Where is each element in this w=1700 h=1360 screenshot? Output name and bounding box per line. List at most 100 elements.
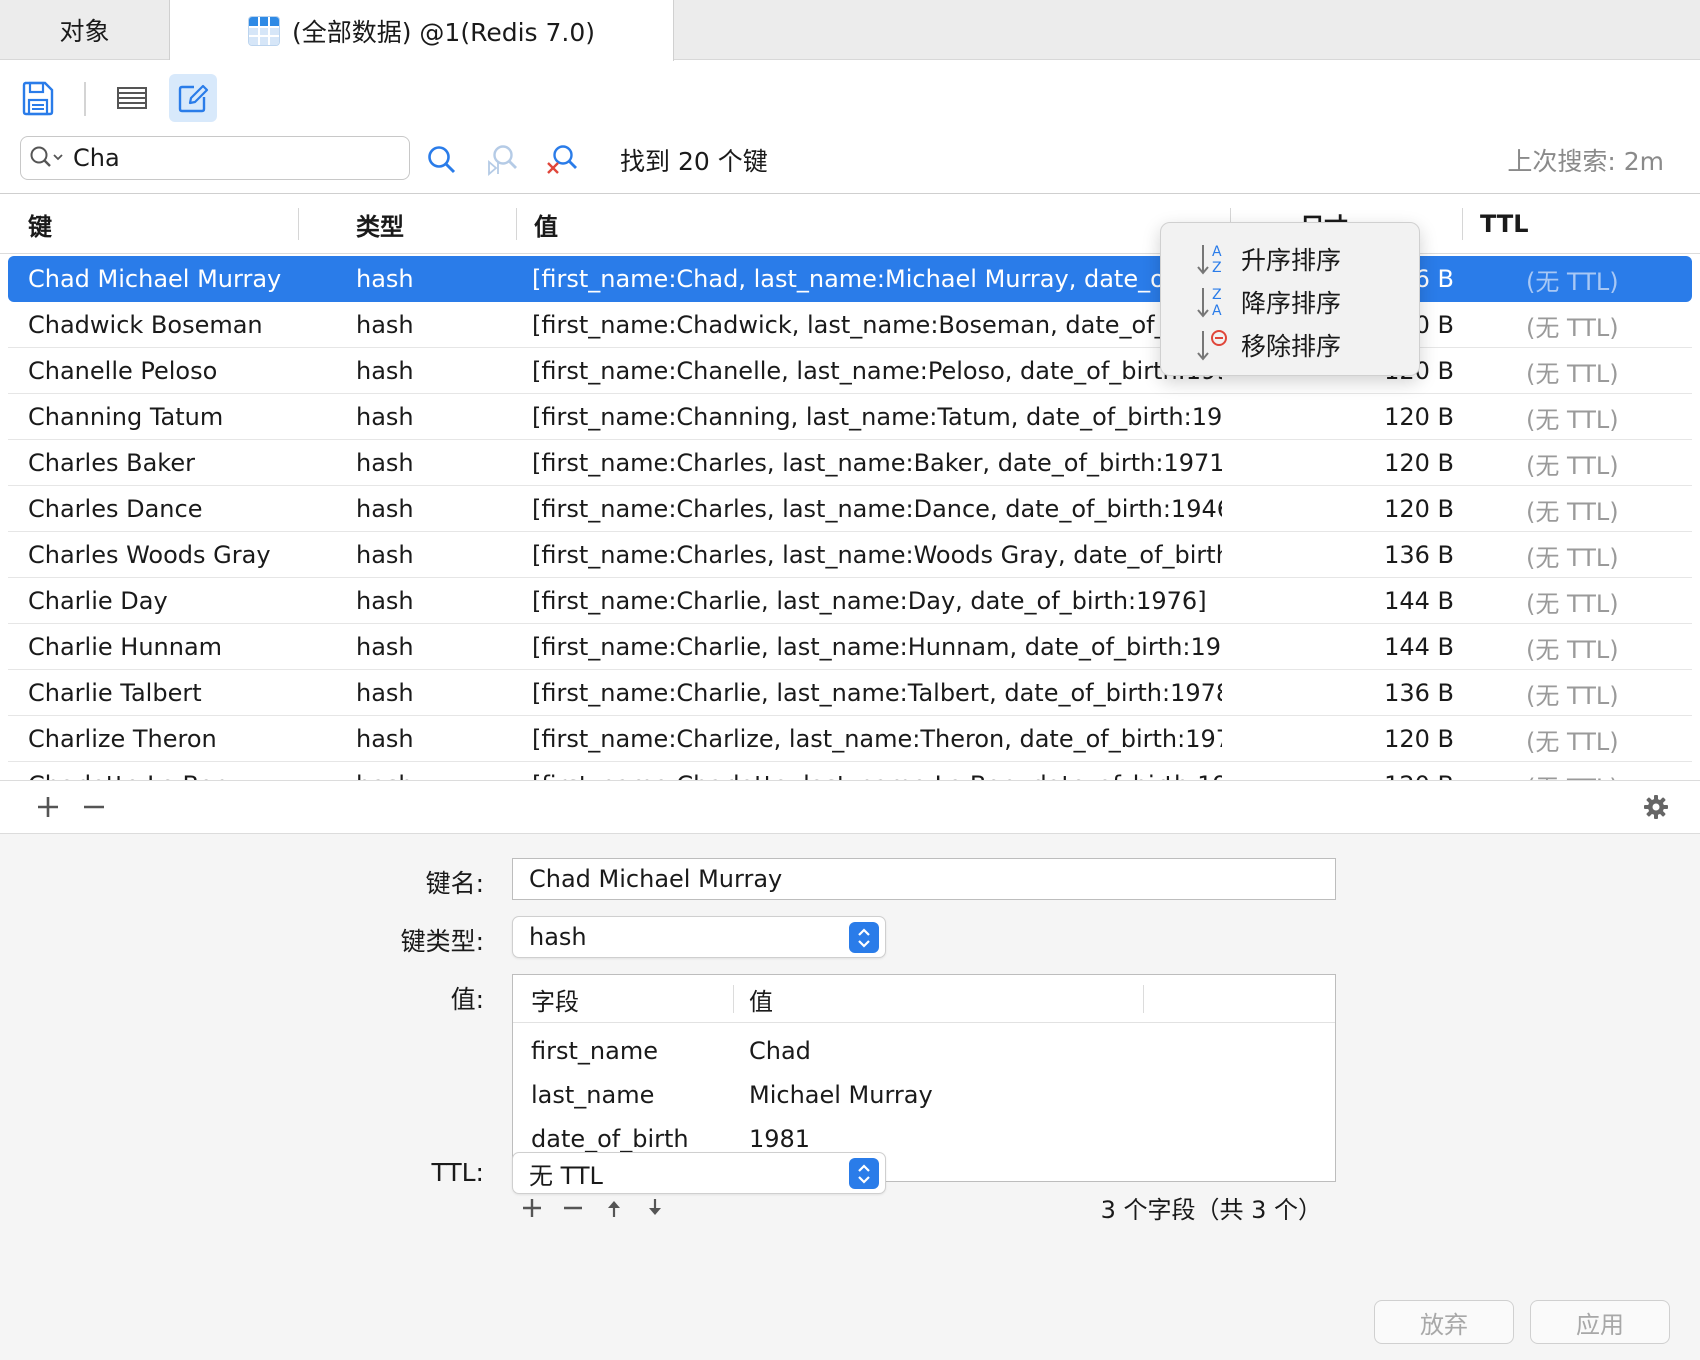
table-row[interactable]: Charles Dance hash [first_name:Charles, … xyxy=(8,486,1692,532)
table-row[interactable]: Charlize Theron hash [first_name:Charliz… xyxy=(8,716,1692,762)
field-tools xyxy=(512,1188,676,1228)
cell-key: Chanelle Peloso xyxy=(28,357,218,385)
field-count: 3 个字段（共 3 个） xyxy=(1100,1196,1322,1224)
table-row[interactable]: Charles Baker hash [first_name:Charles, … xyxy=(8,440,1692,486)
cell-size: 120 B xyxy=(1384,403,1454,431)
cell-value: [first_name:Charlie, last_name:Day, date… xyxy=(532,587,1207,615)
find-next-button[interactable] xyxy=(482,140,522,180)
menu-item-remove-sort[interactable]: 移除排序 xyxy=(1161,323,1419,366)
cell-key: Charles Woods Gray xyxy=(28,541,271,569)
cell-ttl: (无 TTL) xyxy=(1526,451,1619,480)
cell-key: Charlotte Le Bon xyxy=(28,762,328,780)
cell-type: hash xyxy=(356,541,414,569)
arrow-down-icon xyxy=(649,1199,661,1215)
remove-sort-icon xyxy=(1197,330,1227,361)
cell-type: hash xyxy=(356,679,414,707)
move-field-up-button[interactable] xyxy=(594,1188,634,1228)
cell-value: [first_name:Channing, last_name:Tatum, d… xyxy=(532,403,1222,431)
table-row[interactable]: Chad Michael Murray hash [first_name:Cha… xyxy=(8,256,1692,302)
last-search-time: 上次搜索: 2m xyxy=(1507,147,1664,176)
cell-value: [first_name:Chanelle, last_name:Peloso, … xyxy=(532,357,1222,385)
tab-data[interactable]: (全部数据) @1(Redis 7.0) xyxy=(170,0,674,61)
key-type-select[interactable]: hash xyxy=(512,916,886,958)
column-header-key[interactable]: 键 xyxy=(28,194,52,254)
table-row[interactable]: Charles Woods Gray hash [first_name:Char… xyxy=(8,532,1692,578)
cell-ttl: (无 TTL) xyxy=(1526,762,1676,781)
table-row[interactable]: Chadwick Boseman hash [first_name:Chadwi… xyxy=(8,302,1692,348)
value-column-header[interactable]: 值 xyxy=(749,975,773,1023)
svg-text:Z: Z xyxy=(1212,260,1222,276)
cell-key: Charlie Talbert xyxy=(28,679,202,707)
list-item[interactable]: first_name Chad xyxy=(513,1029,1335,1073)
tab-data-label: (全部数据) @1(Redis 7.0) xyxy=(291,17,596,47)
cell-type: hash xyxy=(356,725,414,753)
select-stepper-icon xyxy=(849,922,879,953)
minus-icon xyxy=(564,1206,582,1210)
list-icon xyxy=(117,87,147,109)
cell-value: [first_name:Chad, last_name:Michael Murr… xyxy=(532,265,1222,293)
table-row[interactable]: Chanelle Peloso hash [first_name:Chanell… xyxy=(8,348,1692,394)
key-detail-panel: 键名: Chad Michael Murray 键类型: hash 值: 字段 … xyxy=(0,834,1700,1360)
cell-value: [first_name:Charlie, last_name:Talbert, … xyxy=(532,679,1222,707)
table-row[interactable]: Charlie Hunnam hash [first_name:Charlie,… xyxy=(8,624,1692,670)
discard-button[interactable]: 放弃 xyxy=(1374,1300,1514,1344)
search-box[interactable] xyxy=(20,136,410,180)
table-row[interactable]: Channing Tatum hash [first_name:Channing… xyxy=(8,394,1692,440)
menu-item-label: 降序排序 xyxy=(1241,288,1342,318)
clear-search-button[interactable] xyxy=(542,140,582,180)
search-options-icon[interactable] xyxy=(29,145,65,171)
edit-mode-button[interactable] xyxy=(169,74,217,122)
tab-objects[interactable]: 对象 xyxy=(0,0,170,60)
sort-context-menu: A Z 升序排序 Z A 降序排序 移除排序 xyxy=(1160,222,1420,376)
field-name: last_name xyxy=(531,1081,655,1109)
find-button[interactable] xyxy=(422,140,462,180)
table-row[interactable]: Charlotte Le Bon hash [first_name:Charlo… xyxy=(8,762,1692,780)
save-button[interactable] xyxy=(14,74,62,122)
cell-ttl: (无 TTL) xyxy=(1526,267,1619,296)
column-header-type[interactable]: 类型 xyxy=(356,194,404,254)
toolbar-divider xyxy=(84,82,86,116)
remove-field-button[interactable] xyxy=(553,1188,593,1228)
ttl-select[interactable]: 无 TTL xyxy=(512,1152,886,1194)
toolbar xyxy=(0,60,1700,132)
key-name-label: 键名: xyxy=(425,869,484,898)
column-header-ttl[interactable]: TTL xyxy=(1480,194,1529,254)
add-field-button[interactable] xyxy=(512,1188,552,1228)
cell-type: hash xyxy=(356,633,414,661)
key-name-field[interactable]: Chad Michael Murray xyxy=(512,858,1336,900)
search-input[interactable] xyxy=(73,144,373,172)
column-header-value[interactable]: 值 xyxy=(534,194,558,254)
list-item[interactable]: last_name Michael Murray xyxy=(513,1073,1335,1117)
menu-item-sort-ascending[interactable]: A Z 升序排序 xyxy=(1161,237,1419,280)
add-key-button[interactable] xyxy=(30,789,66,825)
cell-value: [first_name:Charlotte, last_name:Le Bon,… xyxy=(532,762,1222,780)
cell-ttl: (无 TTL) xyxy=(1526,543,1619,572)
table-row[interactable]: Charlie Day hash [first_name:Charlie, la… xyxy=(8,578,1692,624)
key-name-value: Chad Michael Murray xyxy=(529,865,783,893)
ttl-label: TTL: xyxy=(431,1158,484,1187)
svg-text:Z: Z xyxy=(1212,287,1222,303)
select-stepper-icon xyxy=(849,1158,879,1189)
move-field-down-button[interactable] xyxy=(635,1188,675,1228)
menu-item-label: 移除排序 xyxy=(1241,331,1342,361)
cell-value: [first_name:Charles, last_name:Baker, da… xyxy=(532,449,1222,477)
list-view-button[interactable] xyxy=(108,74,156,122)
grid-footer xyxy=(0,780,1700,834)
apply-button[interactable]: 应用 xyxy=(1530,1300,1670,1344)
cell-type: hash xyxy=(356,762,516,780)
cell-key: Charles Dance xyxy=(28,495,203,523)
menu-item-sort-descending[interactable]: Z A 降序排序 xyxy=(1161,280,1419,323)
cell-ttl: (无 TTL) xyxy=(1526,589,1619,618)
edit-icon xyxy=(178,84,209,113)
clear-search-icon xyxy=(547,145,577,174)
found-count: 找到 20 个键 xyxy=(620,147,768,176)
remove-key-button[interactable] xyxy=(76,789,112,825)
gear-icon xyxy=(1644,795,1668,819)
table-row[interactable]: Charlie Talbert hash [first_name:Charlie… xyxy=(8,670,1692,716)
tab-objects-label: 对象 xyxy=(59,17,110,46)
grid-settings-button[interactable] xyxy=(1638,789,1674,825)
field-column-header[interactable]: 字段 xyxy=(531,975,579,1023)
plus-icon xyxy=(38,797,58,817)
menu-item-label: 升序排序 xyxy=(1241,245,1342,275)
cell-value: [first_name:Chadwick, last_name:Boseman,… xyxy=(532,311,1222,339)
